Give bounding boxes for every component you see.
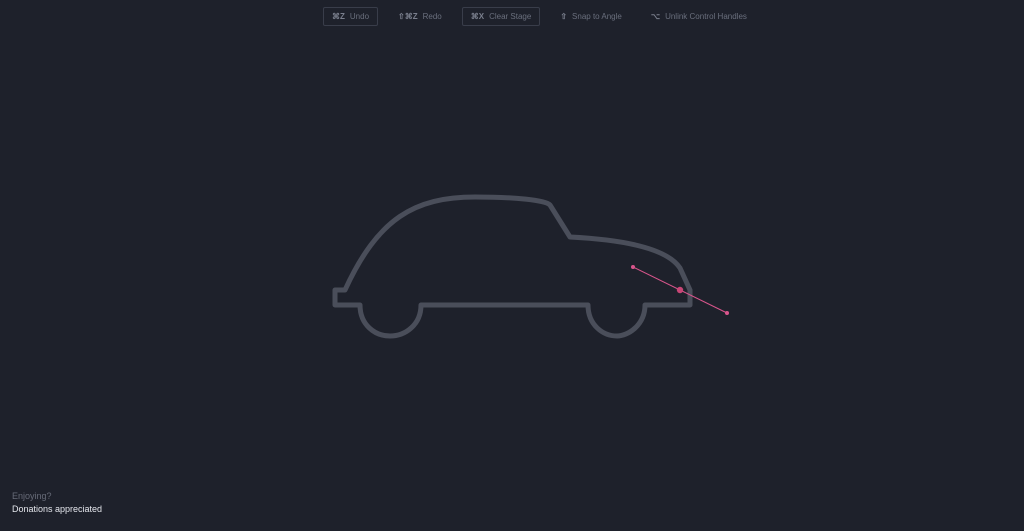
- control-handle-in[interactable]: [631, 265, 635, 269]
- footer: Enjoying? Donations appreciated: [12, 490, 102, 516]
- donations-link[interactable]: Donations appreciated: [12, 503, 102, 516]
- car-outline-path[interactable]: [332, 194, 693, 339]
- drawing-canvas[interactable]: [0, 0, 1024, 531]
- enjoying-prompt: Enjoying?: [12, 491, 52, 501]
- control-handle-out[interactable]: [725, 311, 729, 315]
- drawing-stage[interactable]: ⌘Z Undo ⇧⌘Z Redo ⌘X Clear Stage ⇧ Snap t…: [0, 0, 1024, 531]
- anchor-point[interactable]: [676, 286, 684, 294]
